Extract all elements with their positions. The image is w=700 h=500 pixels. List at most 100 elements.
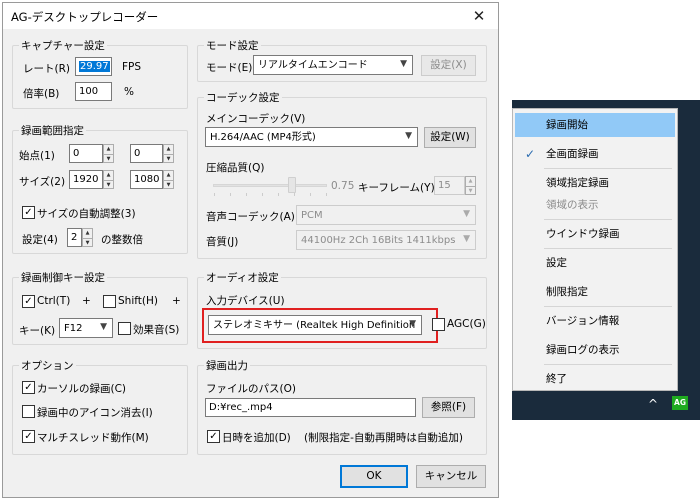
slider-tick bbox=[326, 193, 327, 196]
menu-item-settings[interactable]: 設定 bbox=[515, 251, 675, 275]
keyframe-spinner[interactable]: ▲ ▼ bbox=[465, 176, 476, 195]
chevron-down-icon: ▼ bbox=[100, 322, 107, 332]
menu-separator bbox=[544, 306, 672, 307]
menu-separator bbox=[544, 168, 672, 169]
path-label: ファイルのパス(O) bbox=[206, 383, 296, 395]
quality-slider-track[interactable] bbox=[213, 184, 327, 187]
area-group-title: 録画範囲指定 bbox=[19, 123, 86, 138]
rate-value: 29.97 bbox=[79, 61, 110, 72]
sound-checkbox[interactable] bbox=[118, 322, 131, 335]
date-checkbox[interactable]: ✓ bbox=[207, 430, 220, 443]
mode-select[interactable]: リアルタイムエンコード ▼ bbox=[253, 55, 413, 75]
tray-context-menu: 録画開始 ✓ 全画面録画 領域指定録画 領域の表示 ウインドウ録画 設定 制限指… bbox=[512, 108, 678, 391]
ctrl-label: Ctrl(T) bbox=[37, 295, 71, 307]
start-y-input[interactable]: 0 bbox=[130, 144, 163, 163]
multiple-label: の整数倍 bbox=[101, 234, 143, 246]
size-h-input[interactable]: 1080 bbox=[130, 170, 163, 189]
multithread-checkbox[interactable]: ✓ bbox=[22, 430, 35, 443]
date-label: 日時を追加(D) bbox=[222, 432, 291, 444]
main-codec-label: メインコーデック(V) bbox=[206, 113, 306, 125]
rate-unit: FPS bbox=[122, 61, 142, 73]
chevron-down-icon: ▼ bbox=[463, 234, 470, 244]
keyframe-input[interactable]: 15 bbox=[434, 176, 465, 195]
ag-tray-icon[interactable]: AG bbox=[672, 396, 688, 410]
tray-overflow-caret-icon[interactable]: ^ bbox=[648, 397, 658, 411]
slider-tick bbox=[310, 193, 311, 196]
quality-label: 圧縮品質(Q) bbox=[206, 162, 265, 174]
menu-item-label: 全画面録画 bbox=[546, 148, 599, 160]
mode-value: リアルタイムエンコード bbox=[258, 60, 368, 71]
audio-codec-select[interactable]: PCM ▼ bbox=[296, 205, 476, 225]
mode-group-title: モード設定 bbox=[204, 38, 261, 53]
audio-quality-select[interactable]: 44100Hz 2Ch 16Bits 1411kbps ▼ bbox=[296, 230, 476, 250]
slider-tick bbox=[246, 193, 247, 196]
menu-item-show-region[interactable]: 領域の表示 bbox=[515, 193, 675, 217]
path-input[interactable]: D:¥rec_.mp4 bbox=[205, 398, 416, 417]
input-device-select[interactable]: ステレオミキサー (Realtek High Definition ▼ bbox=[208, 315, 422, 335]
options-group-title: オプション bbox=[19, 358, 76, 373]
start-y-spinner[interactable]: ▲ ▼ bbox=[163, 144, 174, 163]
codec-settings-button[interactable]: 設定(W) bbox=[424, 127, 476, 148]
menu-item-fullscreen-recording[interactable]: ✓ 全画面録画 bbox=[515, 142, 675, 166]
mode-settings-button[interactable]: 設定(X) bbox=[421, 55, 476, 76]
hide-icon-checkbox[interactable] bbox=[22, 405, 35, 418]
chevron-down-icon: ▼ bbox=[405, 131, 412, 141]
size-h-spinner[interactable]: ▲ ▼ bbox=[163, 170, 174, 189]
shift-checkbox[interactable] bbox=[103, 295, 116, 308]
title-bar: AG-デスクトップレコーダー ✕ bbox=[3, 3, 498, 29]
size-w-input[interactable]: 1920 bbox=[69, 170, 103, 189]
hide-icon-label: 録画中のアイコン消去(I) bbox=[37, 407, 153, 419]
slider-tick bbox=[214, 193, 215, 196]
key-value: F12 bbox=[64, 323, 83, 334]
menu-item-start-recording[interactable]: 録画開始 bbox=[515, 113, 675, 137]
cancel-button[interactable]: キャンセル bbox=[416, 465, 486, 488]
menu-item-window-recording[interactable]: ウインドウ録画 bbox=[515, 222, 675, 246]
capture-group-title: キャプチャー設定 bbox=[19, 38, 107, 53]
audio-codec-label: 音声コーデック(A) bbox=[206, 211, 295, 223]
date-note: (制限指定-自動再開時は自動追加) bbox=[304, 432, 463, 444]
scale-input[interactable]: 100 bbox=[75, 82, 112, 101]
menu-item-region-recording[interactable]: 領域指定録画 bbox=[515, 171, 675, 195]
audio-quality-label: 音質(J) bbox=[206, 236, 239, 248]
key-select[interactable]: F12 ▼ bbox=[59, 318, 113, 338]
input-device-value: ステレオミキサー (Realtek High Definition bbox=[213, 320, 416, 331]
size-label: サイズ(2) bbox=[19, 176, 66, 188]
chevron-down-icon: ▼ bbox=[400, 59, 407, 69]
plus-sign-1: + bbox=[82, 295, 91, 307]
ctrl-checkbox[interactable]: ✓ bbox=[22, 295, 35, 308]
close-icon[interactable]: ✕ bbox=[465, 6, 493, 26]
browse-button[interactable]: 参照(F) bbox=[422, 397, 475, 418]
menu-separator bbox=[544, 364, 672, 365]
auto-adjust-checkbox[interactable]: ✓ bbox=[22, 206, 35, 219]
menu-item-exit[interactable]: 終了 bbox=[515, 367, 675, 391]
agc-checkbox[interactable] bbox=[432, 318, 445, 331]
start-label: 始点(1) bbox=[19, 150, 55, 162]
key-label: キー(K) bbox=[19, 325, 56, 337]
window-title: AG-デスクトップレコーダー bbox=[11, 10, 159, 24]
auto-adjust-label: サイズの自動調整(3) bbox=[37, 208, 136, 220]
ok-button[interactable]: OK bbox=[340, 465, 408, 488]
setting-label: 設定(4) bbox=[22, 234, 58, 246]
start-x-spinner[interactable]: ▲ ▼ bbox=[103, 144, 114, 163]
cursor-checkbox[interactable]: ✓ bbox=[22, 381, 35, 394]
rate-input[interactable]: 29.97 bbox=[75, 57, 112, 76]
setting-input[interactable]: 2 bbox=[67, 228, 82, 247]
slider-tick bbox=[230, 193, 231, 196]
plus-sign-2: + bbox=[172, 295, 181, 307]
slider-tick bbox=[278, 193, 279, 196]
menu-item-version-info[interactable]: バージョン情報 bbox=[515, 309, 675, 333]
quality-slider-thumb[interactable] bbox=[288, 177, 296, 193]
menu-item-show-log[interactable]: 録画ログの表示 bbox=[515, 338, 675, 362]
sound-label: 効果音(S) bbox=[133, 324, 180, 336]
main-codec-value: H.264/AAC (MP4形式) bbox=[210, 132, 316, 143]
menu-item-limits[interactable]: 制限指定 bbox=[515, 280, 675, 304]
main-codec-select[interactable]: H.264/AAC (MP4形式) ▼ bbox=[205, 127, 418, 147]
setting-spinner[interactable]: ▲ ▼ bbox=[82, 228, 93, 247]
start-x-input[interactable]: 0 bbox=[69, 144, 103, 163]
audio-codec-value: PCM bbox=[301, 210, 323, 221]
input-device-label: 入力デバイス(U) bbox=[206, 295, 285, 307]
output-group-title: 録画出力 bbox=[204, 358, 250, 373]
size-w-spinner[interactable]: ▲ ▼ bbox=[103, 170, 114, 189]
chevron-down-icon: ▼ bbox=[463, 209, 470, 219]
audio-group-title: オーディオ設定 bbox=[204, 270, 281, 285]
